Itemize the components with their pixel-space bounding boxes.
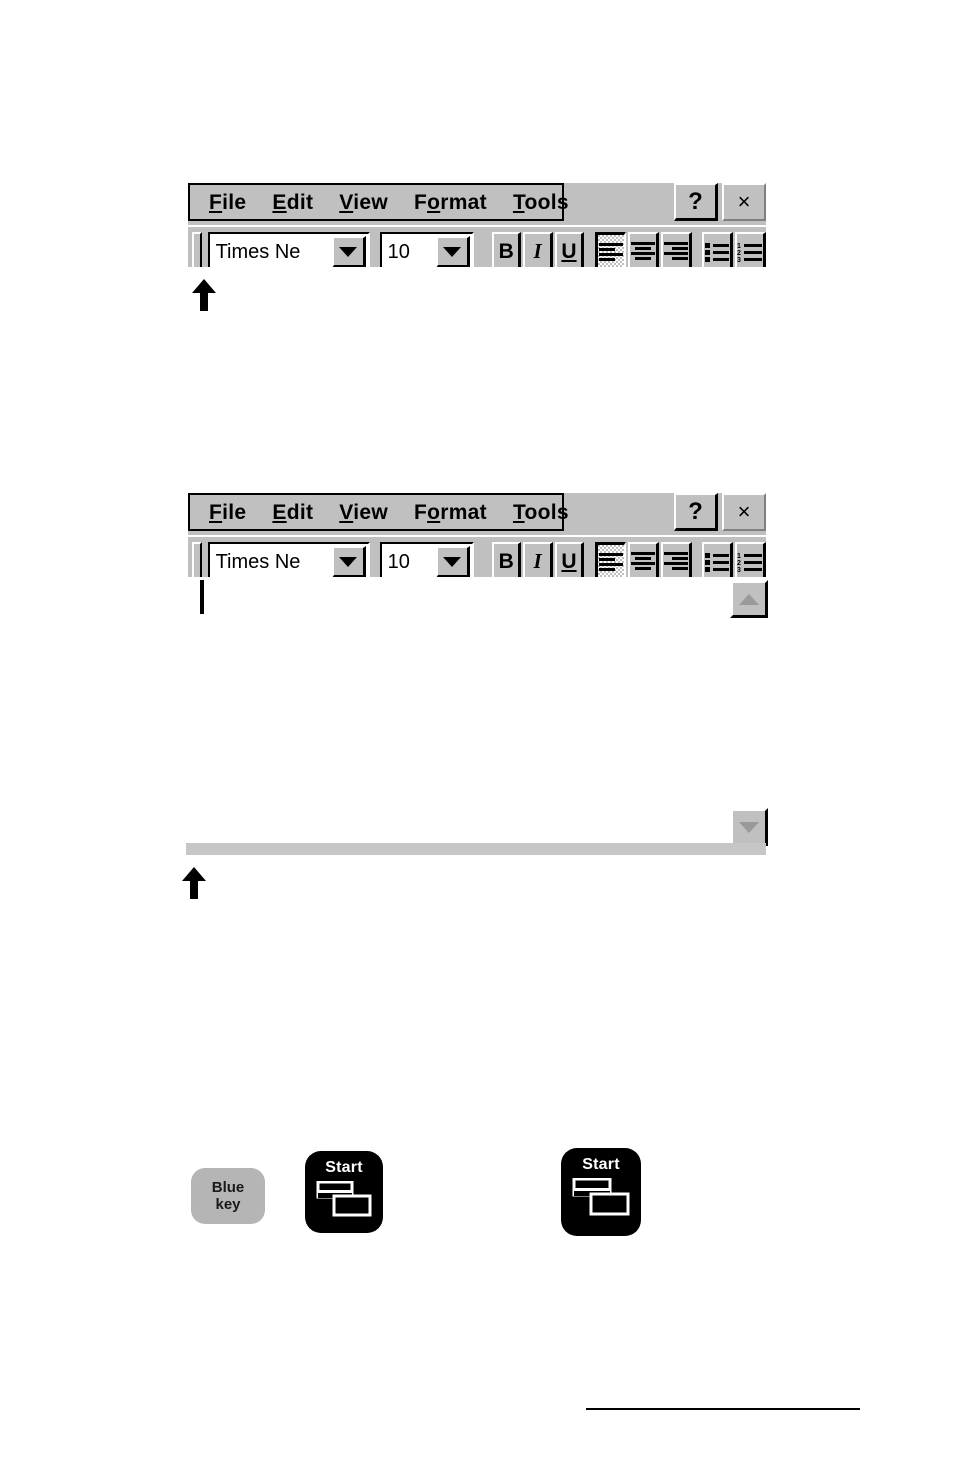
svg-text:3: 3 <box>737 257 741 263</box>
bullet-list-icon <box>704 242 729 262</box>
font-name-dropdown-button[interactable] <box>331 546 366 577</box>
font-size-combo[interactable]: 10 <box>379 542 474 577</box>
triangle-up-icon <box>739 593 759 605</box>
align-left-icon <box>598 242 623 261</box>
menu-item-view[interactable]: View <box>326 502 401 523</box>
scroll-down-button[interactable] <box>730 808 768 846</box>
align-right-button[interactable] <box>660 542 692 577</box>
text-caret <box>200 580 204 614</box>
menu-item-file[interactable]: File <box>196 502 259 523</box>
align-right-button[interactable] <box>660 232 692 267</box>
svg-text:2: 2 <box>737 560 741 567</box>
font-name-combo[interactable]: Times Ne <box>207 542 370 577</box>
numbered-list-button[interactable]: 1 2 3 <box>734 542 766 577</box>
arrow-up-icon <box>192 279 216 311</box>
start-key-2[interactable]: Start <box>561 1148 641 1236</box>
align-center-button[interactable] <box>627 542 659 577</box>
menu-item-edit[interactable]: Edit <box>259 502 326 523</box>
start-flag-icon <box>316 1180 372 1222</box>
numbered-list-icon: 1 2 3 <box>737 243 762 263</box>
toolbar-grip-handle[interactable] <box>192 232 202 267</box>
italic-button[interactable]: I <box>523 232 553 267</box>
menu-bar: File Edit View Format Tools ? × <box>188 493 766 535</box>
help-button[interactable]: ? <box>674 183 718 221</box>
chevron-down-icon <box>443 246 462 257</box>
horizontal-scrollbar[interactable] <box>186 843 766 855</box>
underline-button[interactable]: U <box>554 542 585 577</box>
document-page: File Edit View Format Tools ? × Times Ne… <box>0 0 954 1475</box>
font-name-combo[interactable]: Times Ne <box>207 232 370 267</box>
align-center-icon <box>630 551 655 570</box>
bullet-list-icon <box>704 552 729 572</box>
svg-text:1: 1 <box>737 553 741 560</box>
callout-arrow-up-2 <box>180 866 208 905</box>
toolbar-grip-handle[interactable] <box>192 542 202 577</box>
menu-group: File Edit View Format Tools <box>188 493 569 531</box>
menu-spacer <box>564 183 670 225</box>
formatting-toolbar: Times Ne 10 B I U 1 2 3 <box>188 225 766 267</box>
bold-button[interactable]: B <box>491 232 522 267</box>
start-key-label: Start <box>325 1159 363 1176</box>
svg-text:2: 2 <box>737 250 741 257</box>
bullet-list-button[interactable] <box>701 232 733 267</box>
document-client-area[interactable] <box>186 577 766 841</box>
numbered-list-icon: 1 2 3 <box>737 553 762 573</box>
align-right-icon <box>663 241 688 260</box>
font-size-dropdown-button[interactable] <box>435 236 470 267</box>
align-center-button[interactable] <box>627 232 659 267</box>
align-left-button[interactable] <box>594 542 626 577</box>
blue-key-label-line1: Blue <box>211 1178 245 1196</box>
svg-text:1: 1 <box>737 243 741 250</box>
arrow-up-icon <box>182 867 206 899</box>
close-button[interactable]: × <box>722 183 766 221</box>
numbered-list-button[interactable]: 1 2 3 <box>734 232 766 267</box>
italic-button[interactable]: I <box>523 542 553 577</box>
menu-spacer <box>564 493 670 535</box>
pocket-word-window-1: File Edit View Format Tools ? × Times Ne… <box>186 181 766 267</box>
menu-group: File Edit View Format Tools <box>188 183 569 221</box>
bullet-list-button[interactable] <box>701 542 733 577</box>
menu-item-edit[interactable]: Edit <box>259 192 326 213</box>
help-button[interactable]: ? <box>674 493 718 531</box>
triangle-down-icon <box>739 821 759 833</box>
svg-text:3: 3 <box>737 567 741 573</box>
font-name-value: Times Ne <box>215 550 301 573</box>
font-size-value: 10 <box>387 240 410 263</box>
start-flag-icon <box>572 1177 630 1221</box>
menu-item-file[interactable]: File <box>196 192 259 213</box>
callout-arrow-up-1 <box>190 278 218 317</box>
chevron-down-icon <box>339 246 358 257</box>
font-size-dropdown-button[interactable] <box>435 546 470 577</box>
menu-bar: File Edit View Format Tools ? × <box>188 183 766 225</box>
close-button[interactable]: × <box>722 493 766 531</box>
menu-item-format[interactable]: Format <box>401 502 500 523</box>
formatting-toolbar: Times Ne 10 B I U 1 2 3 <box>188 535 766 577</box>
scroll-up-button[interactable] <box>730 580 768 618</box>
font-size-combo[interactable]: 10 <box>379 232 474 267</box>
footer-rule <box>586 1408 860 1410</box>
blue-key[interactable]: Blue key <box>191 1168 265 1224</box>
start-key-1[interactable]: Start <box>305 1151 383 1233</box>
align-center-icon <box>630 241 655 260</box>
menu-item-format[interactable]: Format <box>401 192 500 213</box>
menu-item-view[interactable]: View <box>326 192 401 213</box>
font-name-dropdown-button[interactable] <box>331 236 366 267</box>
pocket-word-window-2: File Edit View Format Tools ? × Times Ne… <box>186 491 766 577</box>
font-size-value: 10 <box>387 550 410 573</box>
chevron-down-icon <box>339 556 358 567</box>
align-left-button[interactable] <box>594 232 626 267</box>
align-left-icon <box>598 552 623 571</box>
underline-button[interactable]: U <box>554 232 585 267</box>
chevron-down-icon <box>443 556 462 567</box>
font-name-value: Times Ne <box>215 240 301 263</box>
align-right-icon <box>663 551 688 570</box>
blue-key-label-line2: key <box>215 1196 241 1213</box>
start-key-label: Start <box>582 1156 620 1173</box>
bold-button[interactable]: B <box>491 542 522 577</box>
